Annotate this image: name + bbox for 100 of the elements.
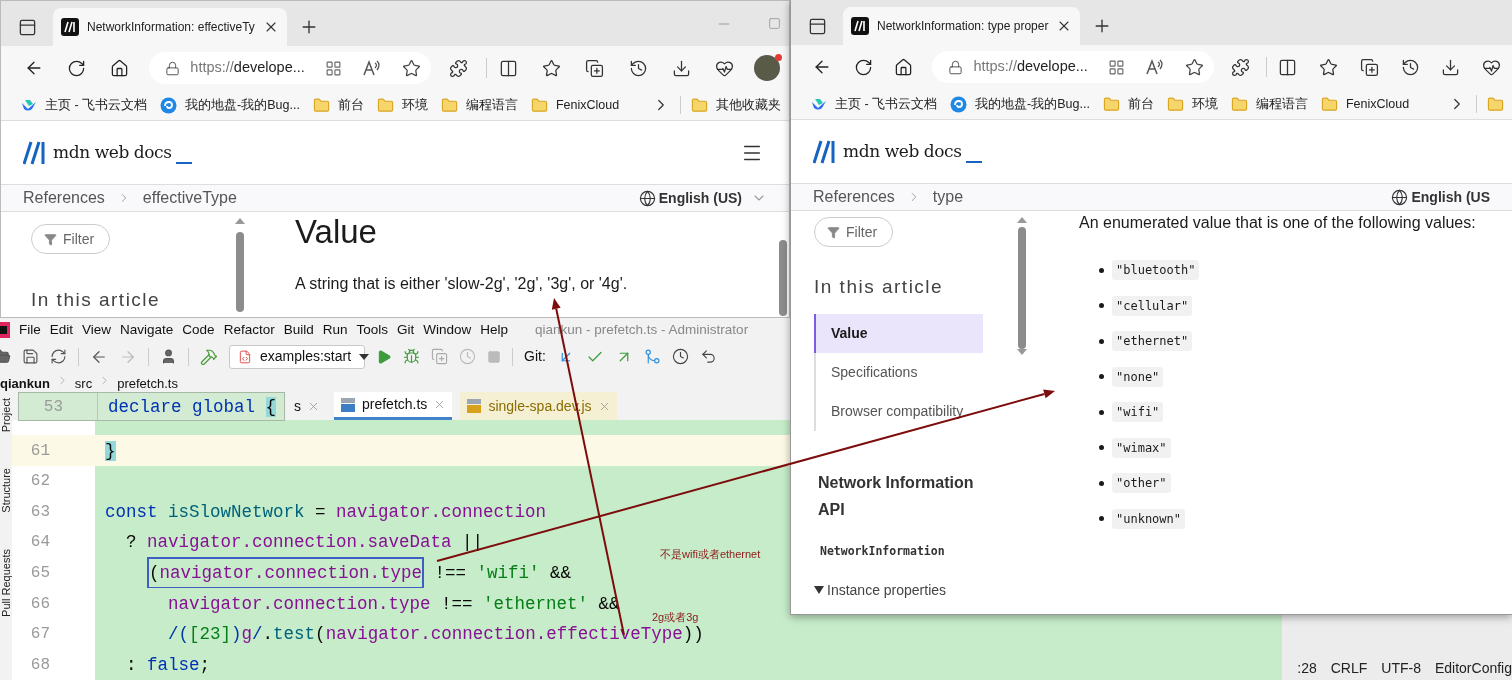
user-icon[interactable]	[160, 348, 177, 366]
download-icon[interactable]	[671, 58, 691, 78]
heart-pulse-icon[interactable]	[714, 58, 734, 78]
refresh-icon[interactable]	[67, 58, 87, 78]
bookmark[interactable]: 我的地盘-我的Bug...	[950, 94, 1090, 114]
star-icon[interactable]	[1185, 57, 1205, 77]
bookmark[interactable]: 编程语言	[1230, 94, 1308, 114]
breadcrumb-link[interactable]: type	[932, 185, 964, 209]
interface-link[interactable]: NetworkInformation	[814, 542, 1016, 560]
browser-tab[interactable]: NetworkInformation: type proper	[843, 7, 1081, 45]
scroll-up-icon[interactable]	[235, 218, 245, 224]
history-icon[interactable]	[628, 58, 648, 78]
tool-window-tab[interactable]: Project	[0, 398, 15, 433]
bookmark[interactable]: 主页 - 飞书云文档	[811, 94, 938, 114]
refresh-icon[interactable]	[853, 57, 873, 77]
breadcrumb-item[interactable]: src	[74, 373, 93, 393]
menu-item[interactable]: View	[82, 320, 112, 341]
status-item[interactable]: UTF-8	[1381, 658, 1421, 680]
menu-item[interactable]: Run	[322, 320, 348, 341]
menu-item[interactable]: Edit	[49, 320, 74, 341]
toc-link[interactable]: Browser compatibility	[814, 391, 983, 431]
scrollbar-thumb[interactable]	[236, 232, 244, 312]
menu-item[interactable]: File	[19, 320, 41, 341]
app-logo-icon[interactable]	[0, 322, 10, 339]
split-screen-icon[interactable]	[1278, 57, 1298, 77]
menu-item[interactable]: Window	[423, 320, 472, 341]
status-item[interactable]: CRLF	[1330, 658, 1368, 680]
download-icon[interactable]	[1441, 57, 1461, 77]
bookmark[interactable]: 环境	[1166, 94, 1218, 114]
save-icon[interactable]	[22, 348, 39, 366]
browser-tab[interactable]: NetworkInformation: effectiveTy	[53, 8, 287, 46]
split-screen-icon[interactable]	[499, 58, 519, 78]
star-icon[interactable]	[402, 58, 422, 78]
menu-item[interactable]: Help	[480, 320, 509, 341]
puzzle-icon[interactable]	[1230, 57, 1250, 77]
toc-link[interactable]: Value	[814, 313, 983, 353]
heart-pulse-icon[interactable]	[1482, 57, 1502, 77]
menu-item[interactable]: Code	[182, 320, 215, 341]
bookmark[interactable]: 我的地盘-我的Bug...	[160, 95, 300, 115]
bookmark[interactable]: FenixCloud	[1320, 94, 1410, 114]
bookmark[interactable]: 前台	[1102, 94, 1154, 114]
status-item[interactable]: :28	[1297, 658, 1317, 680]
avatar[interactable]	[754, 55, 781, 81]
address-bar[interactable]: https://develope...	[932, 51, 1215, 83]
editor-tab[interactable]: s	[288, 392, 326, 421]
breadcrumb-item[interactable]: qiankun	[0, 373, 50, 393]
menu-item[interactable]: Navigate	[120, 320, 174, 341]
language-selector[interactable]: English (US)	[658, 187, 742, 209]
run-icon[interactable]	[376, 348, 392, 365]
home-icon[interactable]	[894, 57, 914, 77]
breadcrumb-item[interactable]: prefetch.ts	[117, 373, 178, 393]
favorites-icon[interactable]	[1318, 57, 1338, 77]
home-icon[interactable]	[110, 58, 130, 78]
app-grid-icon[interactable]	[325, 59, 343, 77]
breadcrumb-link[interactable]: References	[23, 186, 105, 210]
tab-actions-icon[interactable]	[17, 17, 37, 37]
status-item[interactable]: EditorConfig	[1434, 658, 1512, 680]
collections-icon[interactable]	[585, 58, 605, 78]
collections-icon[interactable]	[1359, 57, 1379, 77]
merge-icon[interactable]	[643, 348, 661, 366]
debug-icon[interactable]	[403, 348, 420, 366]
rollback-icon[interactable]	[699, 348, 717, 366]
history-icon[interactable]	[1400, 57, 1420, 77]
bookmark[interactable]: 其他收藏夹	[691, 95, 781, 115]
history-icon[interactable]	[671, 348, 689, 366]
editor-tab[interactable]: prefetch.ts	[334, 392, 453, 421]
menu-item[interactable]: Tools	[356, 320, 388, 341]
sync-icon[interactable]	[50, 348, 67, 366]
scrollbar-thumb[interactable]	[779, 240, 787, 316]
filter-button[interactable]: Filter	[814, 217, 893, 247]
tab-actions-icon[interactable]	[807, 16, 827, 36]
scrollbar-thumb[interactable]	[1018, 227, 1026, 349]
hammer-icon[interactable]	[200, 347, 218, 366]
logo-text[interactable]: mdn web docs	[843, 138, 962, 165]
favorites-icon[interactable]	[542, 58, 562, 78]
filter-button[interactable]: Filter	[31, 224, 110, 254]
bookmark[interactable]: 环境	[376, 95, 428, 115]
mdn-logo-icon[interactable]	[813, 139, 837, 164]
bookmark[interactable]: 主页 - 飞书云文档	[21, 95, 148, 115]
bookmark[interactable]: FenixCloud	[530, 95, 620, 115]
breadcrumb-link[interactable]: References	[813, 185, 895, 209]
scroll-down-icon[interactable]	[1017, 349, 1027, 355]
mdn-logo-icon[interactable]	[23, 140, 47, 165]
menu-item[interactable]: Build	[283, 320, 314, 341]
tool-window-tab[interactable]: Structure	[0, 468, 15, 514]
language-selector[interactable]: English (US	[1411, 186, 1490, 208]
puzzle-icon[interactable]	[449, 58, 469, 78]
toc-link[interactable]: Specifications	[814, 352, 983, 392]
menu-item[interactable]: Git	[397, 320, 415, 341]
address-bar[interactable]: https://develope...	[149, 52, 432, 84]
breadcrumb-link[interactable]: effectiveType	[142, 186, 237, 210]
tool-window-tab[interactable]: Pull Requests	[0, 549, 15, 617]
bookmark[interactable]: 前台	[312, 95, 364, 115]
section-toggle[interactable]: Instance properties	[814, 579, 1016, 601]
menu-item[interactable]: Refactor	[223, 320, 275, 341]
app-grid-icon[interactable]	[1108, 58, 1126, 76]
bookmark[interactable]: 编程语言	[440, 95, 518, 115]
read-aloud-icon[interactable]	[362, 59, 383, 77]
sidebar-heading[interactable]: Network Information API	[814, 468, 994, 523]
logo-text[interactable]: mdn web docs	[53, 139, 172, 166]
